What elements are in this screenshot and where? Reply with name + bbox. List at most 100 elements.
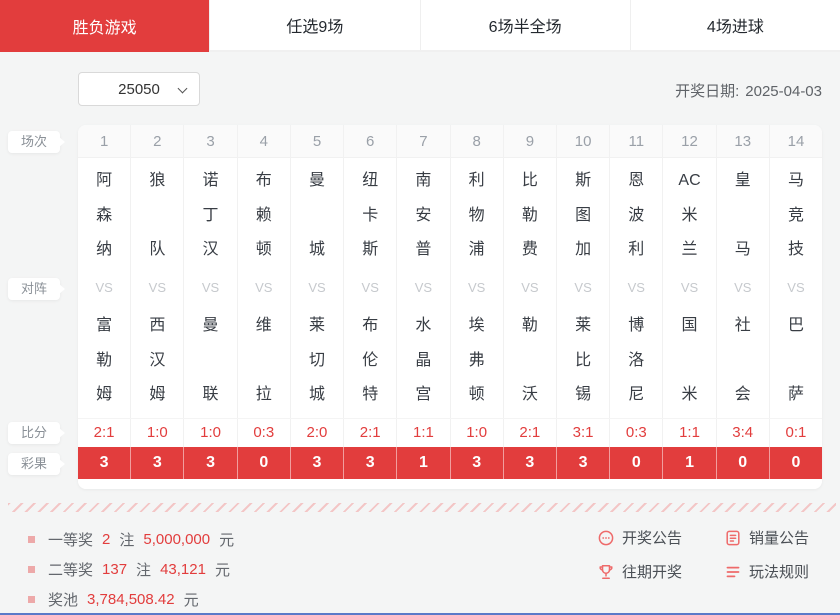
home-team: 马竞技 xyxy=(787,172,804,258)
round-number: 12 xyxy=(663,125,717,157)
link-label: 往期开奖 xyxy=(622,564,683,581)
match-score: 2:1 xyxy=(78,419,132,447)
home-team: 布赖顿 xyxy=(255,172,272,258)
vs-label: VS xyxy=(521,280,539,295)
game-tabs: 胜负游戏 任选9场 6场半全场 4场进球 xyxy=(0,0,840,52)
match-score: 1:0 xyxy=(131,419,185,447)
prize-label: 一等奖 xyxy=(48,531,94,549)
round-number: 14 xyxy=(787,133,805,150)
sales-announcement-link[interactable]: 销量公告 xyxy=(724,527,809,548)
away-team: 埃弗顿 xyxy=(468,317,485,403)
round-number: 13 xyxy=(717,125,770,157)
away-team: 维拉 xyxy=(255,317,272,403)
match-score: 1:1 xyxy=(397,419,451,447)
match-result: 1 xyxy=(663,447,717,479)
match-cell: 曼城 VS 莱切城 xyxy=(291,158,345,418)
vs-label: VS xyxy=(734,280,752,295)
row-label-round: 场次 xyxy=(8,131,65,153)
match-score: 0:1 xyxy=(785,424,807,441)
match-cell: 南安普 VS 水晶宫 xyxy=(397,158,451,418)
prize-amount: 3,784,508.42 xyxy=(87,590,175,608)
round-number-row: 1 2 3 4 5 6 7 8 9 10 11 12 13 14 xyxy=(78,125,822,158)
home-team: 恩波利 xyxy=(628,172,645,258)
match-cell: AC 米兰 VS 国米 xyxy=(663,158,717,418)
match-score: 3:1 xyxy=(557,419,611,447)
list-icon xyxy=(724,563,742,581)
score-row: 2:1 1:0 1:0 0:3 2:0 2:1 1:1 1:0 2:1 3:1 0:3 1:1 3:4 0… xyxy=(78,418,822,447)
draw-announcement-link[interactable]: 开奖公告 xyxy=(597,527,682,548)
prize-count: 137 xyxy=(102,560,128,578)
bullet-icon xyxy=(28,565,35,573)
vs-label: VS xyxy=(467,280,486,295)
round-number: 5 xyxy=(291,125,345,157)
match-result: 0 xyxy=(238,447,291,479)
prize-amount: 5,000,000 xyxy=(143,530,211,548)
issue-select[interactable]: 25050 xyxy=(78,72,200,106)
match-cell: 斯图加 VS 莱比锡 xyxy=(557,158,611,418)
game-tab-0[interactable]: 胜负游戏 xyxy=(0,0,211,52)
chevron-down-icon xyxy=(177,83,188,94)
game-tab-3[interactable]: 4场进球 xyxy=(630,0,840,52)
vs-label: VS xyxy=(680,280,699,295)
past-draws-link[interactable]: 往期开奖 xyxy=(597,561,682,582)
match-result: 3 xyxy=(291,447,345,479)
results-table: 1 2 3 4 5 6 7 8 9 10 11 12 13 14 阿森纳 VS 富勒姆狼队 VS 西汉姆诺丁汉 VS… xyxy=(78,125,822,489)
round-number: 2 xyxy=(131,125,185,157)
game-tab-2[interactable]: 6场半全场 xyxy=(420,0,631,52)
round-number: 4 xyxy=(238,125,291,157)
result-row: 33303313330100 xyxy=(78,447,822,479)
lottery-results-page: 胜负游戏 任选9场 6场半全场 4场进球 25050 开奖日期: 2025-04-03 … xyxy=(0,0,840,615)
prize-amount-unit: 元 xyxy=(183,591,199,609)
prize-summary: 一等奖 2 注 5,000,000 元二等奖 137 注 43,121 元奖池 3,784,508… xyxy=(28,524,234,614)
round-number: 7 xyxy=(397,125,451,157)
round-number: 6 xyxy=(344,125,398,157)
link-label: 开奖公告 xyxy=(622,530,683,547)
match-result: 3 xyxy=(557,447,611,479)
bullet-icon xyxy=(28,595,35,603)
match-result: 3 xyxy=(344,447,398,479)
match-cell: 皇马 VS 社会 xyxy=(717,158,770,418)
match-cell: 纽卡斯 VS 布伦特 xyxy=(344,158,398,418)
home-team: 斯图加 xyxy=(575,172,592,258)
match-score: 1:0 xyxy=(184,419,238,447)
prize-count-unit: 注 xyxy=(136,561,152,579)
match-score: 2:1 xyxy=(504,419,557,447)
match-cell: 狼队 VS 西汉姆 xyxy=(131,158,185,418)
prize-count: 2 xyxy=(102,530,111,548)
link-label: 销量公告 xyxy=(749,530,810,547)
round-number: 9 xyxy=(504,125,557,157)
vs-label: VS xyxy=(574,280,592,295)
match-cell: 利物浦 VS 埃弗顿 xyxy=(451,158,504,418)
prize-label: 奖池 xyxy=(48,591,79,609)
away-team: 巴萨 xyxy=(787,317,804,403)
round-number: 8 xyxy=(451,125,504,157)
home-team: 狼队 xyxy=(149,172,166,258)
match-cell: 阿森纳 VS 富勒姆 xyxy=(78,158,132,418)
match-score: 3:4 xyxy=(717,419,770,447)
away-team: 莱切城 xyxy=(308,317,325,403)
match-score: 1:0 xyxy=(451,419,504,447)
match-result: 3 xyxy=(504,447,557,479)
matchup-row: 阿森纳 VS 富勒姆 狼队 VS 西汉姆 诺丁汉 VS 曼联 布赖顿 VS 维拉曼城 VS 莱切城 纽卡斯 V… xyxy=(78,158,822,418)
match-score: 0:3 xyxy=(238,419,291,447)
rules-link[interactable]: 玩法规则 xyxy=(724,561,809,582)
away-team: 水晶宫 xyxy=(415,317,432,403)
home-team: 南安普 xyxy=(415,172,432,258)
match-score: 2:0 xyxy=(291,419,345,447)
match-result: 0 xyxy=(717,447,770,479)
table-bottom-strip xyxy=(78,479,822,489)
game-tab-1[interactable]: 任选9场 xyxy=(210,0,421,52)
home-team: 曼城 xyxy=(308,172,325,258)
home-team: 比勒费 xyxy=(521,172,538,258)
vs-label: VS xyxy=(308,280,326,295)
match-result: 3 xyxy=(184,447,238,479)
vs-label: VS xyxy=(95,280,113,295)
match-score: 1:1 xyxy=(663,419,717,447)
link-label: 玩法规则 xyxy=(749,564,810,581)
draw-date-label: 开奖日期: xyxy=(675,83,740,100)
document-icon xyxy=(724,529,742,547)
match-score: 2:1 xyxy=(344,419,398,447)
vs-label: VS xyxy=(787,280,805,295)
match-result: 1 xyxy=(397,447,451,479)
match-result: 3 xyxy=(131,447,185,479)
